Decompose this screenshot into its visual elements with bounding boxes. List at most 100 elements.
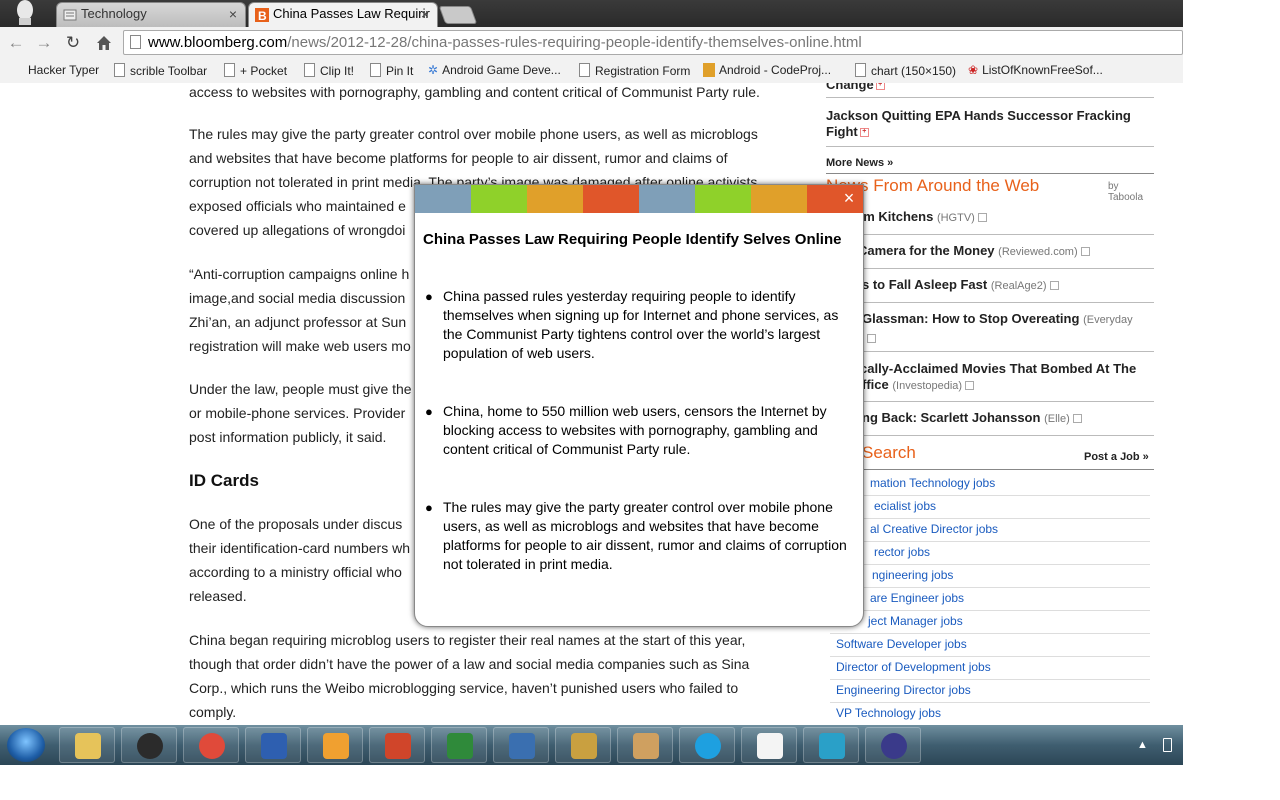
- job-link[interactable]: VP Technology jobs: [836, 706, 941, 720]
- tab-label: China Passes Law Requirir: [273, 6, 430, 21]
- page-icon: [304, 63, 315, 77]
- plus-icon: +: [859, 128, 869, 138]
- taskbar-app-button[interactable]: [493, 727, 549, 763]
- job-link[interactable]: ject Manager jobs: [868, 614, 963, 628]
- taskbar-app-button[interactable]: [183, 727, 239, 763]
- taskbar-app-button[interactable]: [679, 727, 735, 763]
- bullet-dot-icon: ●: [425, 404, 433, 419]
- url-path: /news/2012-12-28/china-passes-rules-requ…: [287, 34, 862, 51]
- taskbar-app-button[interactable]: [865, 727, 921, 763]
- external-link-icon: [1072, 414, 1082, 424]
- job-link[interactable]: ngineering jobs: [872, 568, 953, 582]
- bookmark-scrible-toolbar[interactable]: scrible Toolbar: [114, 63, 207, 78]
- close-tab-icon[interactable]: ×: [421, 3, 429, 25]
- job-link[interactable]: Software Developer jobs: [836, 637, 967, 651]
- job-link[interactable]: ecialist jobs: [874, 499, 936, 513]
- taskbar-app-button[interactable]: [741, 727, 797, 763]
- page-icon: [579, 63, 590, 77]
- url-host: www.bloomberg.com: [148, 34, 288, 51]
- calendar-icon: [757, 733, 783, 759]
- page-icon: [370, 63, 381, 77]
- web-story-link[interactable]: Camera for the Money (Reviewed.com): [858, 243, 1183, 260]
- job-link[interactable]: Director of Development jobs: [836, 660, 991, 674]
- bookmark-android-codeproject[interactable]: Android - CodeProj...: [703, 63, 831, 77]
- home-icon[interactable]: [94, 33, 114, 53]
- web-story-link[interactable]: ng Back: Scarlett Johansson (Elle): [862, 410, 1183, 427]
- bookmark-registration-form[interactable]: Registration Form: [579, 63, 690, 78]
- section-heading: ID Cards: [189, 471, 259, 490]
- tab-technology[interactable]: Technology ×: [56, 2, 246, 27]
- taskbar-app-button[interactable]: [245, 727, 301, 763]
- color-segment: [415, 185, 471, 213]
- job-link[interactable]: mation Technology jobs: [870, 476, 995, 490]
- bookmark-pin-it[interactable]: Pin It: [370, 63, 413, 78]
- web-story-link[interactable]: Glassman: How to Stop Overeating (Everyd…: [862, 311, 1183, 328]
- address-bar[interactable]: www.bloomberg.com/news/2012-12-28/china-…: [123, 30, 1183, 55]
- close-popup-icon[interactable]: ×: [839, 188, 859, 208]
- close-tab-icon[interactable]: ×: [229, 3, 237, 25]
- web-story-link[interactable]: cally-Acclaimed Movies That Bombed At Th…: [860, 361, 1183, 377]
- web-story-link[interactable]: ffice (Investopedia): [862, 377, 1183, 394]
- page-icon: [855, 63, 866, 77]
- article-line: China began requiring microblog users to…: [189, 632, 746, 648]
- publisher-icon: [509, 733, 535, 759]
- sidebar-story-link[interactable]: Fight +: [826, 124, 869, 140]
- paint-icon: [633, 733, 659, 759]
- bullet-dot-icon: ●: [425, 289, 433, 304]
- tab-strip: Technology × B China Passes Law Requirir…: [0, 0, 1183, 27]
- popup-title: China Passes Law Requiring People Identi…: [423, 231, 842, 248]
- plus-icon: +: [875, 83, 885, 91]
- bookmark-hacker-typer[interactable]: Hacker Typer: [28, 63, 99, 77]
- more-news-link[interactable]: More News »: [826, 155, 893, 171]
- article-line: though that order didn’t have the power …: [189, 656, 750, 672]
- show-hidden-icons-icon[interactable]: ▲: [1137, 739, 1148, 751]
- taskbar-app-button[interactable]: [369, 727, 425, 763]
- bookmarks-bar: Hacker Typer scrible Toolbar + Pocket Cl…: [0, 59, 1183, 84]
- sidebar-story-link[interactable]: Jackson Quitting EPA Hands Successor Fra…: [826, 108, 1131, 124]
- color-segment: [639, 185, 695, 213]
- bookmark-android-game-dev[interactable]: ✲ Android Game Deve...: [428, 63, 561, 77]
- taskbar-app-button[interactable]: [59, 727, 115, 763]
- color-segment: [471, 185, 527, 213]
- bullet-dot-icon: ●: [425, 500, 433, 515]
- page-icon: [224, 63, 235, 77]
- bookmark-list-free-software[interactable]: ❀ ListOfKnownFreeSof...: [968, 63, 1103, 77]
- color-segment: [527, 185, 583, 213]
- web-story-link[interactable]: am Kitchens (HGTV): [856, 209, 1183, 226]
- taskbar-app-button[interactable]: [431, 727, 487, 763]
- taskbar-app-button[interactable]: [307, 727, 363, 763]
- bookmark-clip-it[interactable]: Clip It!: [304, 63, 354, 78]
- reload-icon[interactable]: ↻: [63, 33, 83, 53]
- job-link[interactable]: are Engineer jobs: [870, 591, 964, 605]
- color-segment: [751, 185, 807, 213]
- taskbar-app-button[interactable]: [121, 727, 177, 763]
- system-tray: ▲: [1133, 725, 1183, 765]
- job-link[interactable]: Engineering Director jobs: [836, 683, 971, 697]
- taskbar-app-button[interactable]: [617, 727, 673, 763]
- windows-taskbar: ▲: [0, 725, 1183, 765]
- forward-arrow-icon[interactable]: →: [34, 33, 54, 53]
- taboola-credit[interactable]: by Taboola: [1108, 181, 1156, 203]
- bookmark-pocket[interactable]: + Pocket: [224, 63, 287, 78]
- svg-text:B: B: [258, 9, 267, 22]
- bookmark-chart[interactable]: chart (150×150): [855, 63, 956, 78]
- external-link-icon: [1049, 281, 1059, 291]
- tab-china-article[interactable]: B China Passes Law Requirir ×: [248, 2, 438, 27]
- sidebar-story-link[interactable]: Change +: [826, 83, 885, 93]
- summary-popup: × China Passes Law Requiring People Iden…: [414, 184, 864, 627]
- web-story-link[interactable]: s to Fall Asleep Fast (RealAge2): [862, 277, 1183, 294]
- chrome-icon: [199, 733, 225, 759]
- article-line: Corp., which runs the Weibo microbloggin…: [189, 680, 739, 696]
- post-job-link[interactable]: Post a Job »: [1084, 449, 1149, 465]
- back-arrow-icon[interactable]: ←: [6, 33, 26, 53]
- taskbar-app-button[interactable]: [803, 727, 859, 763]
- battery-icon[interactable]: [1163, 738, 1172, 752]
- windows-start-button[interactable]: [7, 728, 45, 762]
- color-segment: [695, 185, 751, 213]
- job-link[interactable]: al Creative Director jobs: [870, 522, 998, 536]
- page-icon: [114, 63, 125, 77]
- profile-avatar-icon[interactable]: [6, 0, 44, 25]
- taskbar-app-button[interactable]: [555, 727, 611, 763]
- new-tab-button[interactable]: [438, 6, 478, 24]
- job-link[interactable]: rector jobs: [874, 545, 930, 559]
